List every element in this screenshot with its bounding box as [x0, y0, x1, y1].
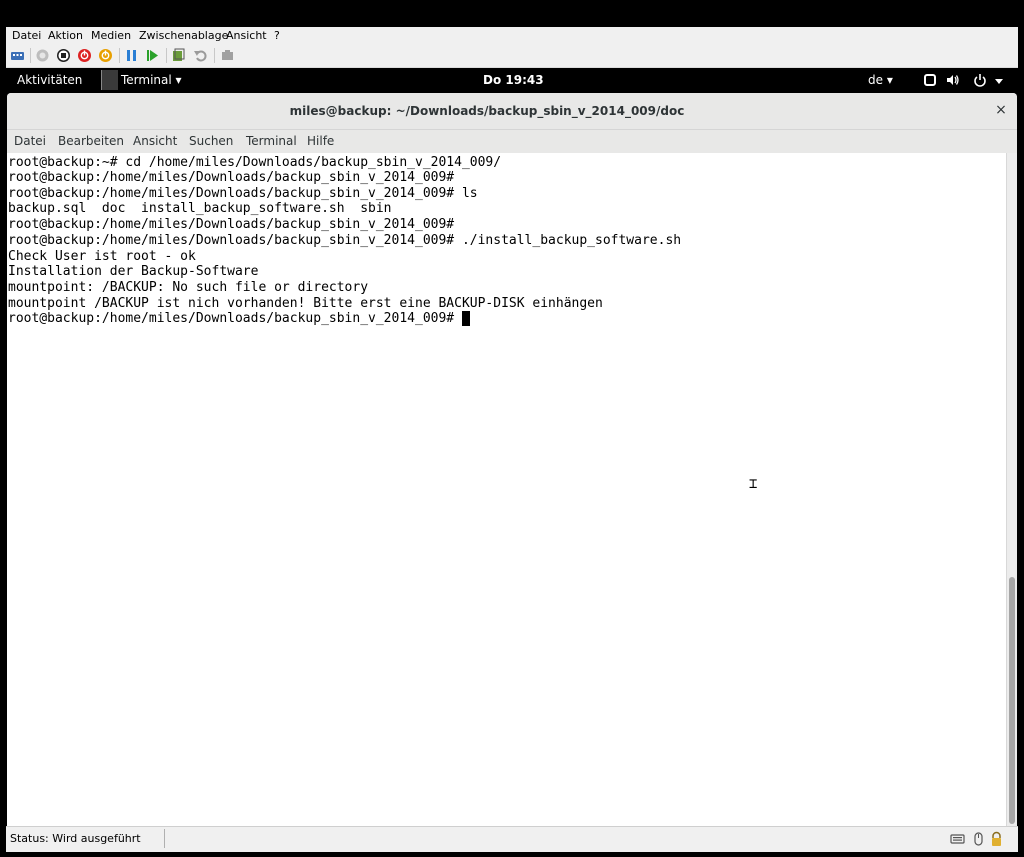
lock-icon	[989, 831, 1004, 847]
terminal-line: root@backup:/home/miles/Downloads/backup…	[8, 233, 682, 248]
terminal-titlebar[interactable]: miles@backup: ~/Downloads/backup_sbin_v_…	[7, 93, 1017, 130]
terminal-title: miles@backup: ~/Downloads/backup_sbin_v_…	[289, 104, 685, 118]
shutdown-icon[interactable]	[77, 48, 92, 63]
close-icon[interactable]: ×	[993, 102, 1009, 118]
host-statusbar: Status: Wird ausgeführt	[6, 826, 1018, 852]
terminal-line: mountpoint: /BACKUP: No such file or dir…	[8, 280, 369, 295]
revert-icon[interactable]	[193, 48, 208, 63]
terminal-line: root@backup:/home/miles/Downloads/backup…	[8, 311, 462, 326]
enhanced-session-icon[interactable]	[220, 48, 235, 63]
host-menubar: Datei Aktion Medien Zwischenablage Ansic…	[6, 27, 1018, 44]
terminal-line: Check User ist root - ok	[8, 249, 196, 264]
menu-suchen[interactable]: Suchen	[189, 134, 233, 148]
volume-icon[interactable]	[946, 73, 960, 87]
turn-off-icon[interactable]	[56, 48, 71, 63]
host-menu-ansicht[interactable]: Ansicht	[226, 29, 267, 42]
power-icon[interactable]	[98, 48, 113, 63]
terminal-app-icon	[101, 70, 118, 90]
power-menu-icon[interactable]	[973, 73, 987, 87]
display-icon[interactable]	[923, 73, 937, 87]
host-menu-help[interactable]: ?	[274, 29, 280, 42]
terminal-line: root@backup:~# cd /home/miles/Downloads/…	[8, 155, 502, 170]
terminal-line: mountpoint /BACKUP ist nich vorhanden! B…	[8, 296, 603, 311]
menu-bearbeiten[interactable]: Bearbeiten	[58, 134, 124, 148]
text-cursor	[462, 311, 470, 326]
activities-button[interactable]: Aktivitäten	[17, 73, 82, 87]
terminal-window: miles@backup: ~/Downloads/backup_sbin_v_…	[7, 93, 1017, 826]
hyperv-window: Datei Aktion Medien Zwischenablage Ansic…	[6, 27, 1018, 852]
terminal-line: root@backup:/home/miles/Downloads/backup…	[8, 170, 455, 185]
menu-ansicht[interactable]: Ansicht	[133, 134, 177, 148]
terminal-line: root@backup:/home/miles/Downloads/backup…	[8, 186, 478, 201]
host-menu-datei[interactable]: Datei	[12, 29, 41, 42]
menu-hilfe[interactable]: Hilfe	[307, 134, 334, 148]
host-toolbar	[6, 44, 1018, 68]
menu-datei[interactable]: Datei	[14, 134, 46, 148]
chevron-down-icon[interactable]	[992, 75, 1006, 89]
terminal-output[interactable]: root@backup:~# cd /home/miles/Downloads/…	[7, 153, 1006, 826]
reset-icon[interactable]	[145, 48, 160, 63]
host-menu-zwischenablage[interactable]: Zwischenablage	[139, 29, 228, 42]
terminal-line: backup.sql doc install_backup_software.s…	[8, 201, 392, 216]
start-icon[interactable]	[35, 48, 50, 63]
vm-status: Status: Wird ausgeführt	[10, 832, 141, 845]
checkpoint-icon[interactable]	[171, 48, 186, 63]
gnome-top-bar: Aktivitäten Terminal ▾ Do 19:43 de ▾	[6, 68, 1018, 92]
terminal-scrollbar[interactable]	[1006, 153, 1017, 826]
clock[interactable]: Do 19:43	[483, 73, 544, 87]
app-menu-label: Terminal ▾	[121, 73, 182, 87]
menu-terminal[interactable]: Terminal	[246, 134, 297, 148]
host-menu-medien[interactable]: Medien	[91, 29, 131, 42]
mouse-icon	[971, 831, 986, 847]
pause-icon[interactable]	[124, 48, 139, 63]
language-indicator[interactable]: de ▾	[868, 73, 893, 87]
terminal-line: root@backup:/home/miles/Downloads/backup…	[8, 217, 455, 232]
ctrl-alt-del-icon[interactable]	[10, 48, 25, 63]
terminal-menubar: Datei Bearbeiten Ansicht Suchen Terminal…	[7, 130, 1017, 153]
ibeam-cursor-icon: ⌶	[749, 476, 758, 492]
terminal-line: Installation der Backup-Software	[8, 264, 259, 279]
guest-screen: Aktivitäten Terminal ▾ Do 19:43 de ▾ mil…	[6, 68, 1018, 826]
host-menu-aktion[interactable]: Aktion	[48, 29, 83, 42]
keyboard-icon	[950, 831, 965, 847]
scrollbar-thumb[interactable]	[1009, 577, 1015, 824]
